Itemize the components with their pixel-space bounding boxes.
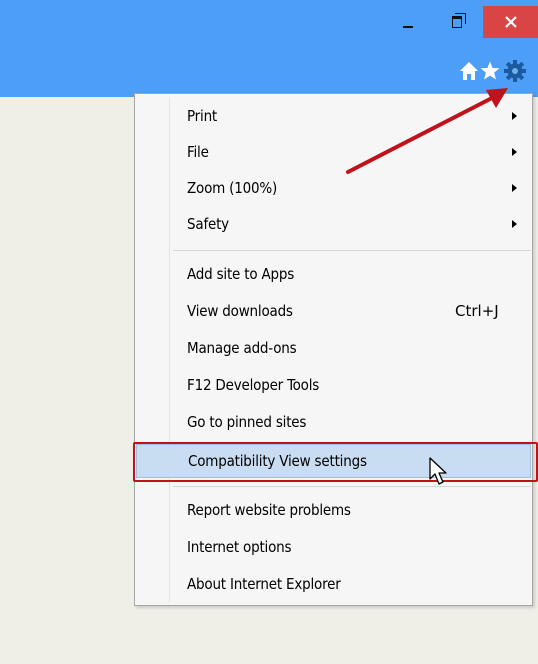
menu-item-view-downloads[interactable]: View downloads Ctrl+J bbox=[135, 293, 532, 329]
menu-item-label: Manage add-ons bbox=[187, 339, 297, 357]
menu-item-label: File bbox=[187, 143, 209, 161]
submenu-arrow-icon bbox=[512, 220, 517, 228]
menu-item-label: Safety bbox=[187, 215, 229, 233]
menu-item-label: Internet options bbox=[187, 538, 292, 556]
minimize-icon bbox=[403, 26, 413, 28]
restore-button[interactable] bbox=[435, 6, 479, 38]
menu-item-label: F12 Developer Tools bbox=[187, 376, 320, 394]
restore-icon bbox=[452, 13, 466, 28]
menu-item-manage-add-ons[interactable]: Manage add-ons bbox=[135, 330, 532, 366]
menu-item-safety[interactable]: Safety bbox=[135, 206, 532, 242]
menu-item-report-website-problems[interactable]: Report website problems bbox=[135, 492, 532, 528]
minimize-button[interactable] bbox=[384, 6, 432, 38]
menu-item-label: About Internet Explorer bbox=[187, 575, 341, 593]
annotation-highlight-box bbox=[133, 442, 538, 482]
menu-item-label: Print bbox=[187, 107, 218, 125]
menu-item-shortcut: Ctrl+J bbox=[455, 302, 499, 320]
menu-item-internet-options[interactable]: Internet options bbox=[135, 529, 532, 565]
menu-item-label: View downloads bbox=[187, 302, 293, 320]
mouse-pointer-icon bbox=[429, 457, 447, 485]
submenu-arrow-icon bbox=[512, 184, 517, 192]
menu-separator bbox=[173, 250, 531, 251]
close-button[interactable] bbox=[483, 6, 538, 38]
star-icon[interactable] bbox=[479, 60, 501, 82]
menu-item-label: Go to pinned sites bbox=[187, 413, 307, 431]
home-icon[interactable] bbox=[458, 60, 480, 82]
menu-item-f12-developer-tools[interactable]: F12 Developer Tools bbox=[135, 367, 532, 403]
menu-item-add-site-to-apps[interactable]: Add site to Apps bbox=[135, 256, 532, 292]
menu-item-label: Report website problems bbox=[187, 501, 351, 519]
menu-item-about-internet-explorer[interactable]: About Internet Explorer bbox=[135, 566, 532, 602]
menu-separator bbox=[173, 486, 531, 487]
menu-item-label: Zoom (100%) bbox=[187, 179, 278, 197]
menu-item-go-to-pinned-sites[interactable]: Go to pinned sites bbox=[135, 404, 532, 440]
menu-item-label: Add site to Apps bbox=[187, 265, 295, 283]
annotation-arrow-icon bbox=[346, 88, 508, 174]
close-icon bbox=[504, 16, 517, 28]
